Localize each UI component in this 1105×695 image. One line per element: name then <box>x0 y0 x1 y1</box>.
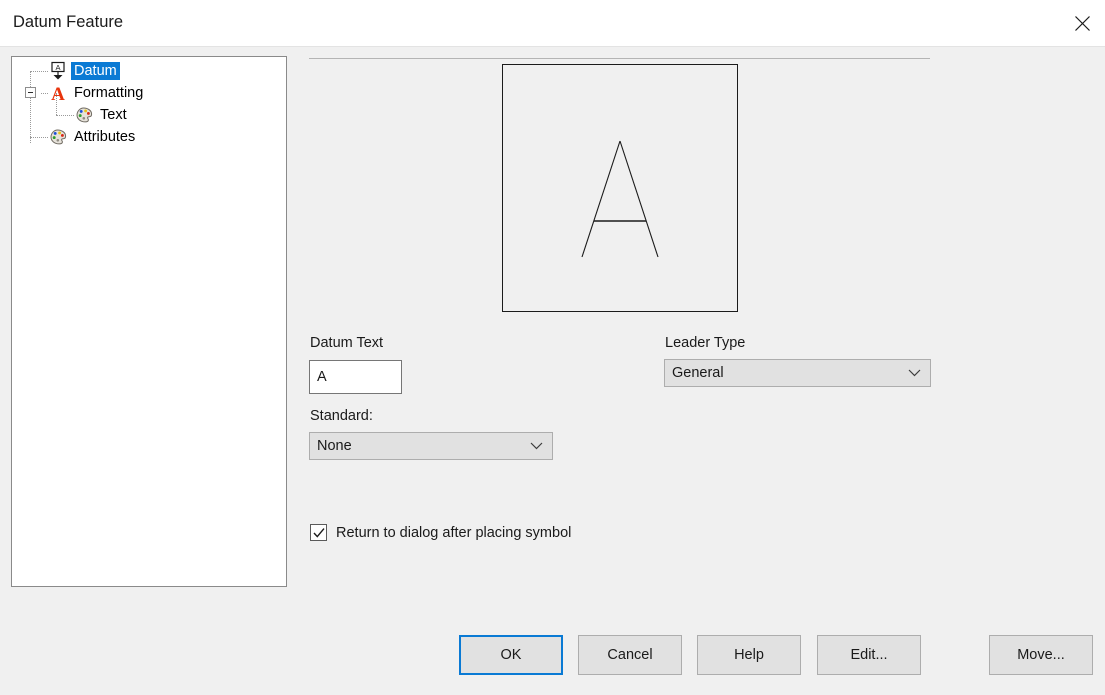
tree-expander-formatting[interactable] <box>25 87 36 98</box>
symbol-preview-frame <box>502 64 738 312</box>
sidebar-item-label: Attributes <box>71 128 138 146</box>
close-icon <box>1074 15 1091 32</box>
sidebar-item-datum[interactable]: A Datum <box>48 60 120 82</box>
edit-button[interactable]: Edit... <box>817 635 921 675</box>
cancel-button[interactable]: Cancel <box>578 635 682 675</box>
return-to-dialog-checkbox[interactable] <box>310 524 327 541</box>
window-title: Datum Feature <box>13 13 123 32</box>
svg-text:A: A <box>51 84 65 103</box>
tree-connector-text <box>56 115 74 116</box>
move-button[interactable]: Move... <box>989 635 1093 675</box>
symbol-preview-panel <box>309 58 930 320</box>
palette-icon <box>48 127 68 147</box>
tree-connector-formatting <box>41 93 48 94</box>
ok-button[interactable]: OK <box>459 635 563 675</box>
check-icon <box>312 526 326 540</box>
tree-connector-trunk <box>30 71 31 143</box>
datum-text-label: Datum Text <box>310 335 383 351</box>
sidebar-item-text[interactable]: Text <box>74 104 130 126</box>
svg-text:A: A <box>55 63 60 72</box>
leader-type-value: General <box>672 365 724 381</box>
sidebar-item-formatting[interactable]: A Formatting <box>48 82 146 104</box>
tree-connector-attributes <box>30 137 48 138</box>
datum-letter-drawing <box>503 65 737 311</box>
red-letter-a-icon: A <box>48 83 68 103</box>
chevron-down-icon <box>908 369 921 377</box>
sidebar-item-attributes[interactable]: Attributes <box>48 126 138 148</box>
standard-dropdown[interactable]: None <box>309 432 553 460</box>
standard-label: Standard: <box>310 408 373 424</box>
return-to-dialog-label: Return to dialog after placing symbol <box>336 525 571 541</box>
standard-value: None <box>317 438 352 454</box>
chevron-down-icon <box>530 442 543 450</box>
palette-icon <box>74 105 94 125</box>
datum-symbol-icon: A <box>48 61 68 81</box>
close-button[interactable] <box>1059 0 1105 46</box>
leader-type-label: Leader Type <box>665 335 745 351</box>
leader-type-dropdown[interactable]: General <box>664 359 931 387</box>
tree-connector-datum <box>30 71 48 72</box>
navigation-tree-panel[interactable]: A Datum A Formatting <box>11 56 287 587</box>
help-button[interactable]: Help <box>697 635 801 675</box>
sidebar-item-label: Text <box>97 106 130 124</box>
sidebar-item-label: Datum <box>71 62 120 80</box>
title-bar: Datum Feature <box>0 0 1105 47</box>
sidebar-item-label: Formatting <box>71 84 146 102</box>
datum-text-input[interactable]: A <box>309 360 402 394</box>
navigation-tree: A Datum A Formatting <box>12 57 286 586</box>
return-to-dialog-checkbox-row[interactable]: Return to dialog after placing symbol <box>310 524 571 541</box>
